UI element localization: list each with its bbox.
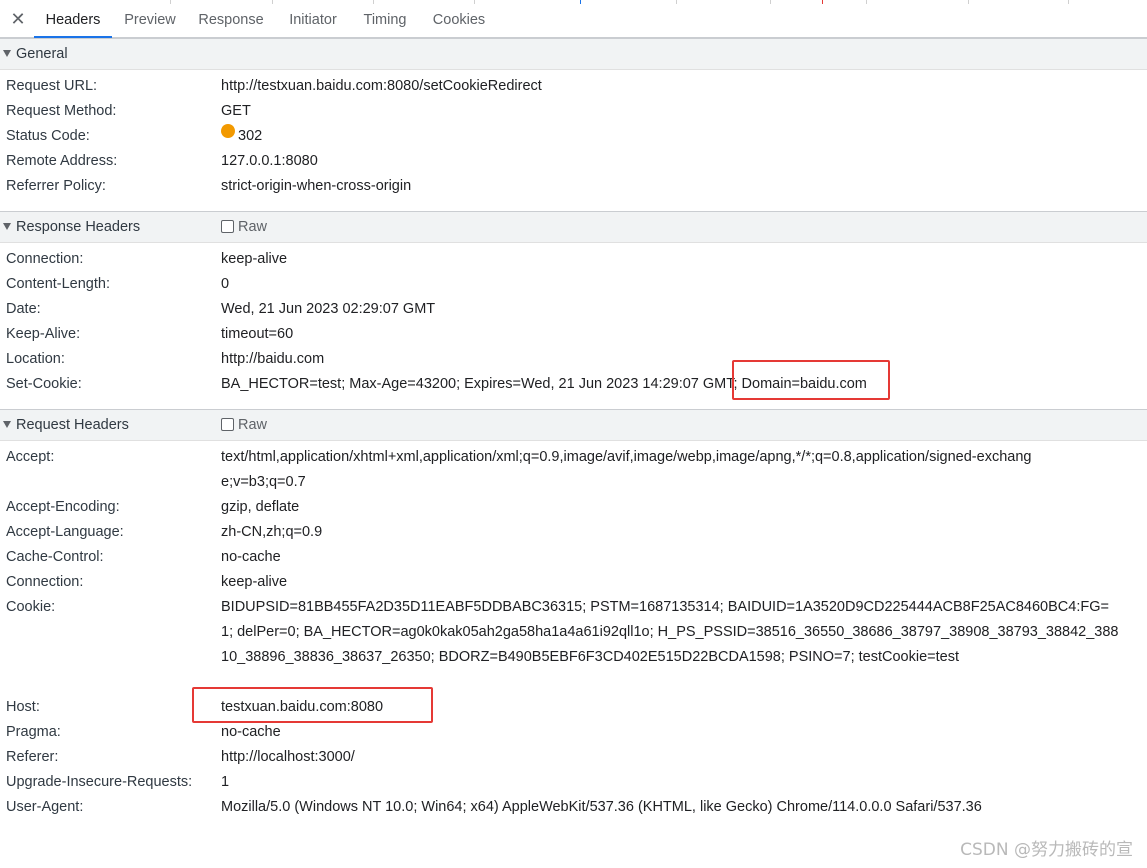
tab-initiator[interactable]: Initiator <box>280 0 346 38</box>
section-title: Request Headers <box>16 417 129 433</box>
header-value: http://baidu.com <box>221 351 325 367</box>
header-value: Wed, 21 Jun 2023 02:29:07 GMT <box>221 301 436 317</box>
header-value: 0 <box>221 276 230 292</box>
checkbox-icon[interactable] <box>221 417 234 431</box>
raw-toggle[interactable]: Raw <box>221 410 267 441</box>
expand-triangle-icon <box>3 223 11 230</box>
header-key: Referrer Policy: <box>6 178 106 194</box>
raw-toggle[interactable]: Raw <box>221 212 267 243</box>
header-key: Upgrade-Insecure-Requests: <box>6 774 193 790</box>
timeline-tick <box>822 0 823 4</box>
timeline-tick <box>580 0 581 4</box>
header-key: Request Method: <box>6 103 117 119</box>
header-key: User-Agent: <box>6 799 84 815</box>
header-key: Content-Length: <box>6 276 110 292</box>
status-code: 302 <box>238 128 263 144</box>
timeline-tick <box>866 0 867 4</box>
header-value: keep-alive <box>221 251 288 267</box>
header-value: gzip, deflate <box>221 499 300 515</box>
timeline-tick <box>676 0 677 4</box>
header-key: Accept-Encoding: <box>6 499 120 515</box>
tab-timing[interactable]: Timing <box>356 0 414 38</box>
status-dot-icon <box>221 124 235 139</box>
header-key: Location: <box>6 351 65 367</box>
tab-cookies[interactable]: Cookies <box>426 0 492 38</box>
response-headers-section-header[interactable]: Response Headers Raw <box>0 211 1147 243</box>
header-value: GET <box>221 103 251 119</box>
header-key: Host: <box>6 699 40 715</box>
header-key: Request URL: <box>6 78 98 94</box>
header-key: Cookie: <box>6 599 56 615</box>
highlight-box <box>192 687 433 723</box>
section-title: Response Headers <box>16 219 141 235</box>
header-key: Keep-Alive: <box>6 326 81 342</box>
header-value: timeout=60 <box>221 326 294 342</box>
tab-response[interactable]: Response <box>192 0 270 38</box>
section-title: General <box>16 46 68 62</box>
header-value: Mozilla/5.0 (Windows NT 10.0; Win64; x64… <box>221 799 982 815</box>
header-key: Accept: <box>6 449 55 465</box>
header-key: Connection: <box>6 574 84 590</box>
header-value: BIDUPSID=81BB455FA2D35D11EABF5DDBABC3631… <box>221 599 1119 665</box>
header-key: Accept-Language: <box>6 524 124 540</box>
timeline-tick <box>1068 0 1069 4</box>
header-value: text/html,application/xhtml+xml,applicat… <box>221 449 1032 490</box>
tab-preview[interactable]: Preview <box>118 0 182 38</box>
raw-label: Raw <box>238 219 268 235</box>
checkbox-icon[interactable] <box>221 219 234 233</box>
header-value: 1 <box>221 774 230 790</box>
header-value: strict-origin-when-cross-origin <box>221 178 412 194</box>
header-value: http://localhost:3000/ <box>221 749 355 765</box>
header-value: BA_HECTOR=test; Max-Age=43200; Expires=W… <box>221 376 867 392</box>
header-value: http://testxuan.baidu.com:8080/setCookie… <box>221 78 542 94</box>
tab-headers[interactable]: Headers <box>34 0 112 38</box>
header-value: keep-alive <box>221 574 288 590</box>
status-code-value: 302 <box>221 124 1121 149</box>
watermark: CSDN @努力搬砖的宣 <box>960 840 1133 860</box>
header-value: no-cache <box>221 549 281 565</box>
header-value: zh-CN,zh;q=0.9 <box>221 524 323 540</box>
header-key: Pragma: <box>6 724 61 740</box>
header-key: Set-Cookie: <box>6 376 82 392</box>
request-headers-section-header[interactable]: Request Headers Raw <box>0 409 1147 441</box>
header-key: Remote Address: <box>6 153 118 169</box>
timeline-tick <box>968 0 969 4</box>
header-key: Connection: <box>6 251 84 267</box>
header-value: 127.0.0.1:8080 <box>221 153 318 169</box>
header-key: Status Code: <box>6 128 90 144</box>
close-icon[interactable]: ✕ <box>8 9 28 29</box>
devtools-tab-bar: ✕ Headers Preview Response Initiator Tim… <box>0 0 1147 38</box>
expand-triangle-icon <box>3 50 11 57</box>
header-key: Date: <box>6 301 41 317</box>
timeline-tick <box>770 0 771 4</box>
general-section-header[interactable]: General <box>0 38 1147 70</box>
header-key: Referer: <box>6 749 59 765</box>
highlight-box <box>732 360 890 400</box>
header-key: Cache-Control: <box>6 549 104 565</box>
header-value: no-cache <box>221 724 281 740</box>
timeline-tick <box>272 0 273 4</box>
expand-triangle-icon <box>3 421 11 428</box>
raw-label: Raw <box>238 417 268 433</box>
